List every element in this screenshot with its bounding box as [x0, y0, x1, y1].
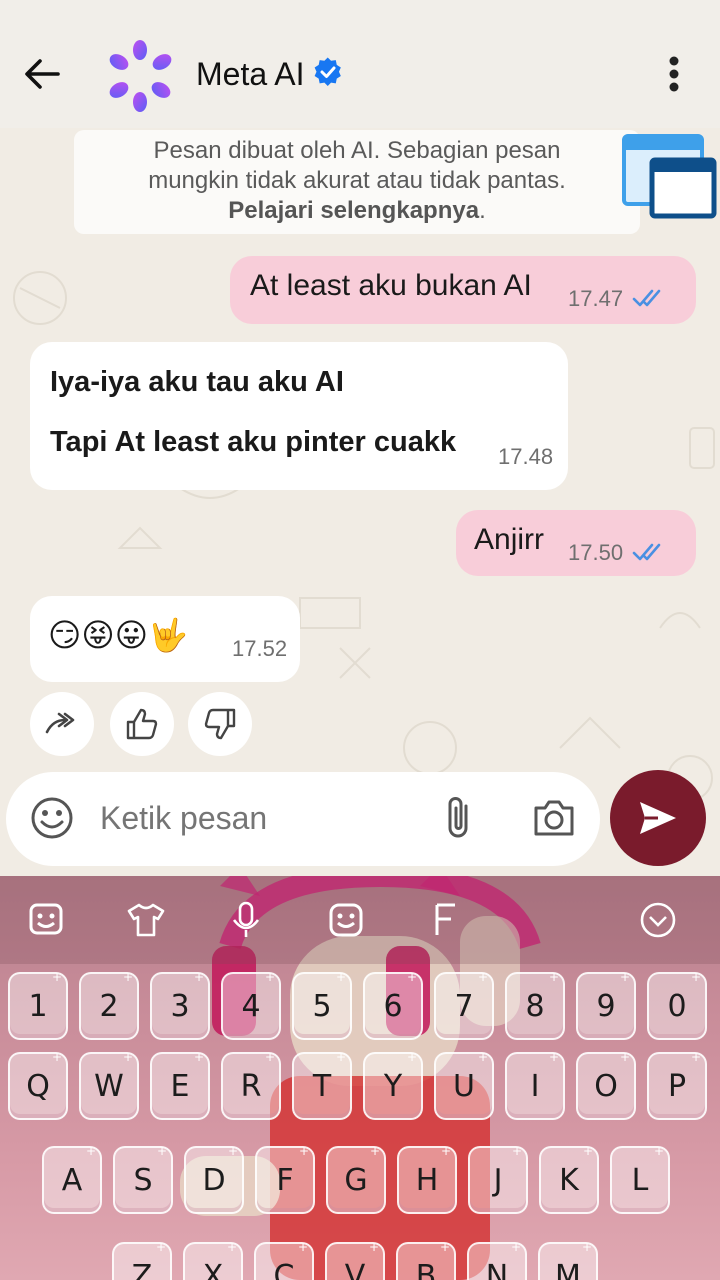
- notice-line-1: Pesan dibuat oleh AI. Sebagian pesan: [153, 137, 561, 164]
- message-composer: [6, 772, 600, 866]
- key-3[interactable]: 3: [150, 970, 210, 1040]
- key-o[interactable]: O: [576, 1050, 636, 1120]
- paperclip-icon[interactable]: [440, 794, 480, 842]
- camera-icon[interactable]: [530, 794, 578, 842]
- theme-shirt-icon[interactable]: [124, 898, 168, 942]
- message-text-line-1: Iya-iya aku tau aku AI: [50, 366, 344, 398]
- message-time: 17.48: [498, 444, 554, 469]
- key-l[interactable]: L: [610, 1144, 670, 1214]
- font-icon[interactable]: [424, 898, 468, 942]
- thumbs-down-icon[interactable]: [188, 692, 252, 756]
- key-1[interactable]: 1: [8, 970, 68, 1040]
- key-w[interactable]: W: [79, 1050, 139, 1120]
- message-text: At least aku bukan AI: [250, 269, 532, 302]
- message-text: Anjirr: [474, 523, 545, 556]
- key-8[interactable]: 8: [505, 970, 565, 1040]
- key-9[interactable]: 9: [576, 970, 636, 1040]
- chat-wallpaper-doodles: [13, 257, 715, 801]
- key-7[interactable]: 7: [434, 970, 494, 1040]
- key-z[interactable]: Z: [112, 1240, 172, 1280]
- ai-disclaimer-notice: Pesan dibuat oleh AI. Sebagian pesan mun…: [74, 130, 640, 234]
- key-b[interactable]: B: [396, 1240, 456, 1280]
- emoji-message-text: 😏😝😛🤟: [48, 616, 188, 654]
- key-d[interactable]: D: [184, 1144, 244, 1214]
- message-text-line-2: Tapi At least aku pinter cuakk: [50, 426, 457, 458]
- key-e[interactable]: E: [150, 1050, 210, 1120]
- chat-area[interactable]: Pesan dibuat oleh AI. Sebagian pesan mun…: [0, 128, 720, 878]
- more-options-icon[interactable]: [654, 52, 694, 96]
- message-time: 17.52: [232, 636, 288, 661]
- soft-keyboard: 1234567890 QWERTYUIOP ASDFGHJKL ZXCVBNM: [0, 876, 720, 1280]
- message-bubble-incoming[interactable]: 😏😝😛🤟 17.52: [30, 596, 300, 682]
- message-bubble-outgoing[interactable]: Anjirr 17.50: [456, 510, 696, 576]
- key-i[interactable]: I: [505, 1050, 565, 1120]
- key-5[interactable]: 5: [292, 970, 352, 1040]
- key-v[interactable]: V: [325, 1240, 385, 1280]
- key-6[interactable]: 6: [363, 970, 423, 1040]
- key-k[interactable]: K: [539, 1144, 599, 1214]
- key-u[interactable]: U: [434, 1050, 494, 1120]
- emoji-icon[interactable]: [30, 796, 74, 840]
- send-arrow-icon: [640, 802, 676, 834]
- message-bubble-incoming[interactable]: Iya-iya aku tau aku AI Tapi At least aku…: [30, 342, 568, 490]
- chat-header: Meta AI: [0, 0, 720, 140]
- message-time: 17.47: [568, 286, 624, 311]
- thumbs-up-icon[interactable]: [110, 692, 174, 756]
- key-j[interactable]: J: [468, 1144, 528, 1214]
- message-bubble-outgoing[interactable]: At least aku bukan AI 17.47: [230, 256, 696, 324]
- key-s[interactable]: S: [113, 1144, 173, 1214]
- key-g[interactable]: G: [326, 1144, 386, 1214]
- back-arrow-icon[interactable]: [20, 52, 64, 96]
- key-h[interactable]: H: [397, 1144, 457, 1214]
- key-q[interactable]: Q: [8, 1050, 68, 1120]
- sticker-icon[interactable]: [24, 898, 68, 942]
- key-0[interactable]: 0: [647, 970, 707, 1040]
- key-f[interactable]: F: [255, 1144, 315, 1214]
- microphone-icon[interactable]: [224, 898, 268, 942]
- send-button[interactable]: [610, 770, 706, 866]
- read-ticks-icon: [632, 543, 661, 561]
- emoji-icon[interactable]: [324, 898, 368, 942]
- chat-title: Meta AI: [196, 55, 305, 92]
- message-time: 17.50: [568, 540, 624, 565]
- key-t[interactable]: T: [292, 1050, 352, 1120]
- key-p[interactable]: P: [647, 1050, 707, 1120]
- notice-period: .: [479, 197, 486, 224]
- key-a[interactable]: A: [42, 1144, 102, 1214]
- key-2[interactable]: 2: [79, 970, 139, 1040]
- verified-badge-icon: [313, 56, 343, 92]
- key-m[interactable]: M: [538, 1240, 598, 1280]
- chat-title-group[interactable]: Meta AI: [196, 52, 343, 96]
- key-n[interactable]: N: [467, 1240, 527, 1280]
- read-ticks-icon: [632, 289, 661, 307]
- notice-line-3: Pelajari selengkapnya.: [74, 196, 640, 226]
- message-input[interactable]: [100, 798, 420, 838]
- collapse-keyboard-icon[interactable]: [636, 898, 680, 942]
- key-r[interactable]: R: [221, 1050, 281, 1120]
- key-y[interactable]: Y: [363, 1050, 423, 1120]
- forward-icon[interactable]: [30, 692, 94, 756]
- floating-window-icon[interactable]: [622, 132, 718, 220]
- notice-line-2: mungkin tidak akurat atau tidak pantas.: [148, 167, 566, 194]
- key-x[interactable]: X: [183, 1240, 243, 1280]
- learn-more-link[interactable]: Pelajari selengkapnya: [228, 197, 479, 224]
- meta-ai-avatar[interactable]: [104, 40, 176, 112]
- key-4[interactable]: 4: [221, 970, 281, 1040]
- key-c[interactable]: C: [254, 1240, 314, 1280]
